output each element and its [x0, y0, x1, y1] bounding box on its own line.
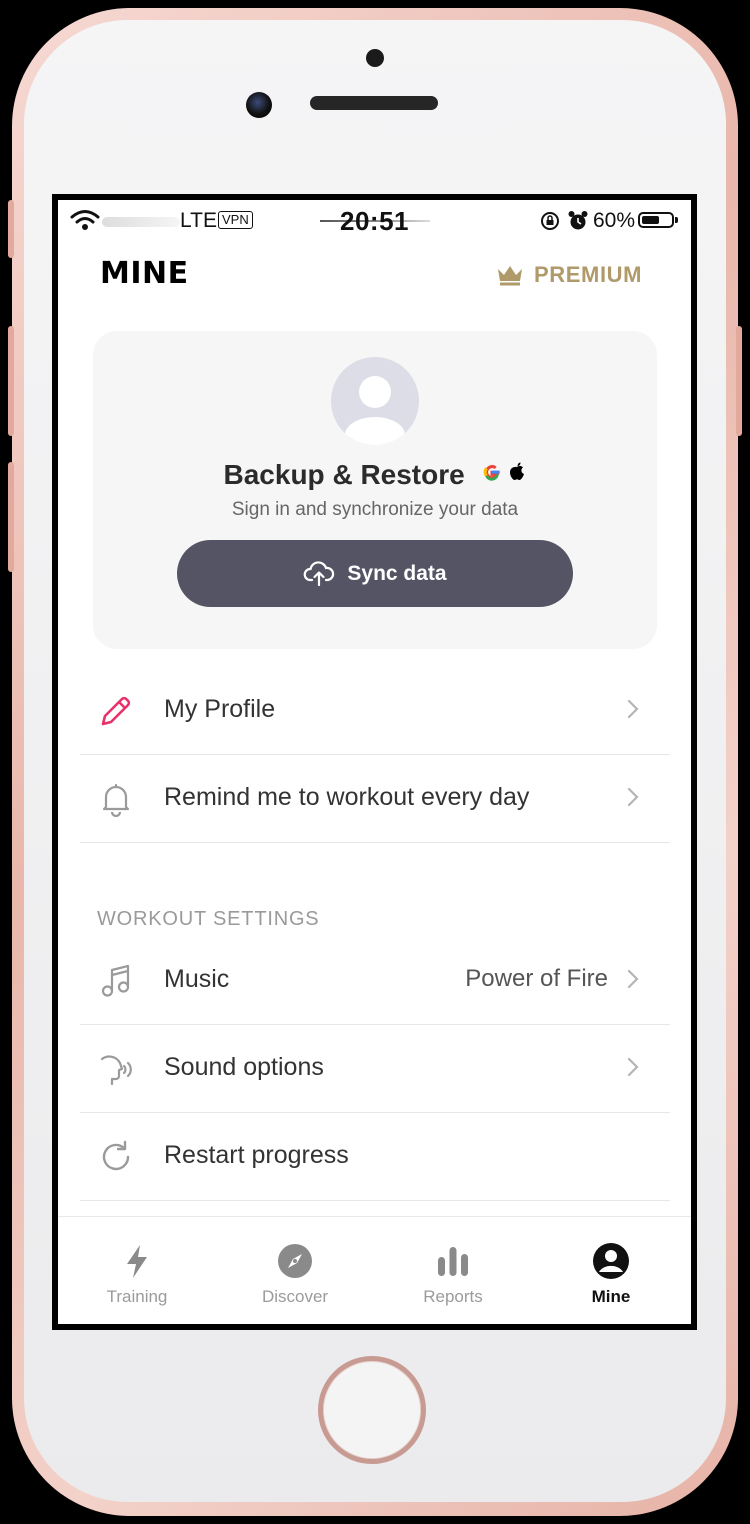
apple-icon — [510, 462, 525, 480]
status-time: 20:51 — [340, 206, 409, 236]
menu-item-label: My Profile — [164, 695, 276, 723]
status-bar: LTE VPN 20:51 60% — [58, 200, 691, 244]
vpn-badge: VPN — [218, 211, 253, 229]
sync-data-button[interactable]: Sync data — [177, 540, 573, 607]
menu-item-label: Remind me to workout every day — [164, 783, 530, 811]
proximity-sensor — [366, 49, 384, 67]
tab-label: Training — [106, 1287, 168, 1306]
settings-item-label: Restart progress — [164, 1141, 349, 1169]
premium-button[interactable]: PREMIUM — [496, 262, 642, 288]
compass-icon — [278, 1244, 312, 1278]
screen: LTE VPN 20:51 60% MINE PREMIUM Backup & … — [52, 194, 697, 1330]
tab-label: Reports — [423, 1287, 483, 1306]
speaking-head-icon — [100, 1055, 132, 1086]
carrier-name-blur — [102, 217, 180, 227]
chevron-right-icon — [627, 787, 639, 807]
bolt-icon — [127, 1245, 147, 1278]
chevron-right-icon — [627, 969, 639, 989]
front-camera — [246, 92, 272, 118]
google-icon — [484, 465, 501, 481]
rotation-lock-icon — [541, 212, 559, 230]
premium-label: PREMIUM — [534, 262, 643, 287]
battery-tip — [675, 217, 678, 223]
cloud-upload-icon — [304, 560, 335, 586]
backup-restore-card: Backup & Restore Sign in and synchronize… — [93, 331, 657, 649]
menu-item-my-profile[interactable]: My Profile — [80, 667, 670, 755]
home-button[interactable] — [318, 1356, 426, 1464]
settings-item-label: Music — [164, 965, 230, 993]
volume-up-button — [8, 326, 14, 436]
chevron-right-icon — [627, 699, 639, 719]
mute-switch — [8, 200, 14, 258]
backup-title: Backup & Restore — [93, 459, 657, 491]
power-button — [736, 326, 742, 436]
music-current-value: Power of Fire — [465, 965, 608, 992]
volume-down-button — [8, 462, 14, 572]
music-note-icon — [101, 964, 130, 997]
network-type: LTE — [180, 209, 217, 232]
backup-title-text: Backup & Restore — [223, 459, 465, 490]
bar-chart-icon — [438, 1247, 468, 1276]
sign-in-providers — [482, 462, 526, 482]
crown-icon — [498, 266, 522, 286]
settings-item-music[interactable]: Music Power of Fire — [80, 937, 670, 1025]
alarm-icon — [568, 211, 588, 230]
person-placeholder-icon — [345, 376, 405, 445]
menu-item-workout-reminder[interactable]: Remind me to workout every day — [80, 755, 670, 843]
tab-training[interactable]: Training — [58, 1217, 216, 1324]
person-circle-icon — [593, 1243, 629, 1279]
tab-reports[interactable]: Reports — [374, 1217, 532, 1324]
pencil-icon — [101, 696, 131, 726]
settings-item-sound-options[interactable]: Sound options — [80, 1025, 670, 1113]
restart-icon — [102, 1140, 130, 1171]
settings-item-label: Sound options — [164, 1053, 324, 1081]
page-title: MINE — [100, 256, 189, 291]
bell-icon — [102, 783, 130, 817]
backup-subtitle: Sign in and synchronize your data — [231, 499, 519, 520]
battery-percentage: 60% — [593, 209, 636, 232]
chevron-right-icon — [627, 1057, 639, 1077]
tab-label: Mine — [591, 1287, 631, 1306]
settings-item-restart-progress[interactable]: Restart progress — [80, 1113, 670, 1201]
app-screen: LTE VPN 20:51 60% MINE PREMIUM Backup & … — [58, 200, 691, 1324]
tab-mine[interactable]: Mine — [532, 1217, 690, 1324]
tab-bar: Training Discover Reports Mine — [58, 1216, 691, 1324]
wifi-icon — [70, 210, 100, 230]
battery-icon — [638, 212, 674, 228]
sync-data-label: Sync data — [347, 561, 447, 585]
earpiece-speaker — [310, 96, 438, 110]
section-heading-workout-settings: WORKOUT SETTINGS — [97, 908, 320, 930]
avatar[interactable] — [331, 357, 419, 445]
tab-label: Discover — [261, 1287, 329, 1306]
tab-discover[interactable]: Discover — [216, 1217, 374, 1324]
